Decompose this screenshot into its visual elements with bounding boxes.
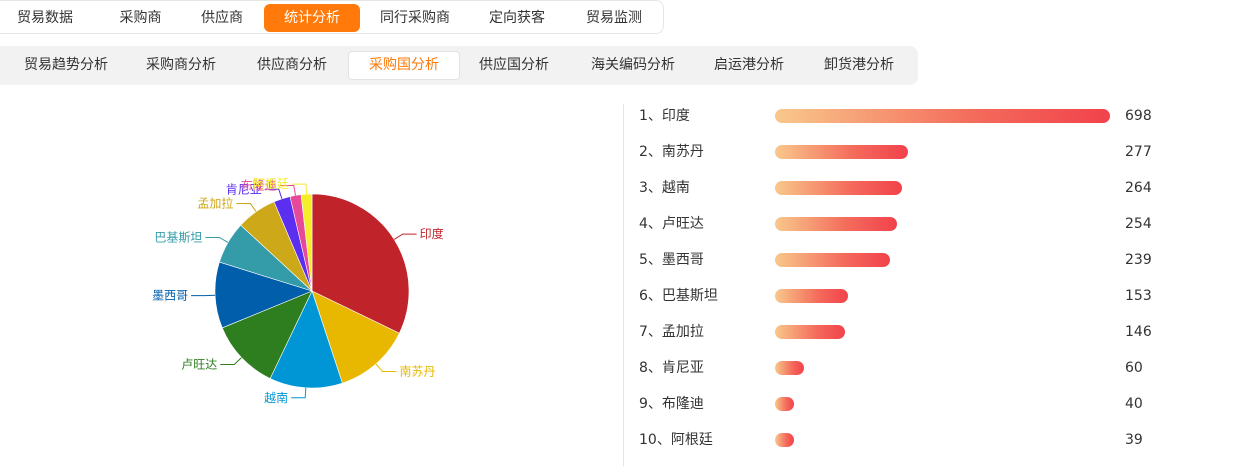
ranking-value: 146 <box>1125 324 1152 340</box>
ranking-bar <box>775 361 804 375</box>
ranking-row: 10、阿根廷 39 <box>639 430 1199 450</box>
ranking-row: 4、卢旺达 254 <box>639 214 1199 234</box>
ranking-row: 7、孟加拉 146 <box>639 322 1199 342</box>
ranking-row: 2、南苏丹 277 <box>639 142 1199 162</box>
pie-leader-4 <box>220 357 242 365</box>
pie-leader-6 <box>205 236 229 243</box>
pie-leader-1 <box>393 233 417 240</box>
ranking-value: 153 <box>1125 288 1152 304</box>
ranking-value: 277 <box>1125 144 1152 160</box>
ranking-value: 40 <box>1125 396 1143 412</box>
sub-tab-8[interactable]: 卸货港分析 <box>810 51 908 80</box>
sub-tab-7[interactable]: 启运港分析 <box>700 51 798 80</box>
ranking-label: 3、越南 <box>639 180 690 196</box>
ranking-label: 5、墨西哥 <box>639 252 704 268</box>
main-tab-3[interactable]: 供应商 <box>183 4 261 32</box>
pie-label-3: 越南 <box>264 390 288 405</box>
ranking-label: 6、巴基斯坦 <box>639 288 718 304</box>
pie-label-5: 墨西哥 <box>152 289 188 303</box>
pie-leader-2 <box>375 363 397 372</box>
ranking-value: 39 <box>1125 432 1143 448</box>
ranking-value: 264 <box>1125 180 1152 196</box>
ranking-label: 8、肯尼亚 <box>639 360 704 376</box>
pie-leader-7 <box>236 203 257 212</box>
ranking-row: 1、印度 698 <box>639 106 1199 126</box>
pie-label-1: 印度 <box>420 226 444 241</box>
ranking-label: 10、阿根廷 <box>639 432 713 448</box>
ranking-bar <box>775 145 908 159</box>
main-tab-2[interactable]: 采购商 <box>103 4 178 32</box>
sub-tab-3[interactable]: 供应商分析 <box>243 51 341 80</box>
ranking-bar <box>775 253 890 267</box>
main-tab-4[interactable]: 统计分析 <box>264 4 360 32</box>
ranking-row: 3、越南 264 <box>639 178 1199 198</box>
pie-label-10: 阿根廷 <box>253 177 289 191</box>
ranking-value: 698 <box>1125 108 1152 124</box>
ranking-value: 239 <box>1125 252 1152 268</box>
ranking-label: 1、印度 <box>639 108 690 124</box>
pie-label-7: 孟加拉 <box>197 196 233 211</box>
pie-label-4: 卢旺达 <box>181 356 217 371</box>
sub-tab-bar: 贸易趋势分析 采购商分析 供应商分析 采购国分析 供应国分析 海关编码分析 启运港分析 卸货港… <box>0 46 918 85</box>
pie-label-6: 巴基斯坦 <box>154 230 202 244</box>
main-tab-6[interactable]: 定向获客 <box>477 4 557 32</box>
ranking-row: 6、巴基斯坦 153 <box>639 286 1199 306</box>
ranking-row: 9、布隆迪 40 <box>639 394 1199 414</box>
ranking-bar <box>775 109 1110 123</box>
main-tab-bar: 贸易数据 采购商 供应商 统计分析 同行采购商 定向获客 贸易监测 <box>0 0 664 34</box>
ranking-row: 5、墨西哥 239 <box>639 250 1199 270</box>
sub-tab-1[interactable]: 贸易趋势分析 <box>10 51 122 80</box>
ranking-bar <box>775 433 794 447</box>
pie-leader-3 <box>291 387 307 399</box>
ranking-bar <box>775 217 897 231</box>
main-tab-5[interactable]: 同行采购商 <box>368 4 462 32</box>
ranking-row: 8、肯尼亚 60 <box>639 358 1199 378</box>
sub-tab-6[interactable]: 海关编码分析 <box>578 51 688 80</box>
sub-tab-5[interactable]: 供应国分析 <box>465 51 563 80</box>
ranking-label: 4、卢旺达 <box>639 216 704 232</box>
pie-chart: 印度南苏丹越南卢旺达墨西哥巴基斯坦孟加拉肯尼亚布隆迪阿根廷 <box>152 177 444 405</box>
ranking-bar <box>775 181 902 195</box>
divider <box>623 104 624 466</box>
pie-label-2: 南苏丹 <box>400 363 436 378</box>
ranking-label: 7、孟加拉 <box>639 324 704 340</box>
ranking-bar <box>775 325 846 339</box>
ranking-label: 2、南苏丹 <box>639 144 704 160</box>
ranking-bar <box>775 289 849 303</box>
sub-tab-4[interactable]: 采购国分析 <box>348 51 460 80</box>
main-tab-1[interactable]: 贸易数据 <box>10 4 80 32</box>
main-tab-7[interactable]: 贸易监测 <box>572 4 656 32</box>
ranking-bar <box>775 397 795 411</box>
sub-tab-2[interactable]: 采购商分析 <box>133 51 229 80</box>
ranking-label: 9、布隆迪 <box>639 396 704 412</box>
ranking-value: 254 <box>1125 216 1152 232</box>
ranking-value: 60 <box>1125 360 1143 376</box>
